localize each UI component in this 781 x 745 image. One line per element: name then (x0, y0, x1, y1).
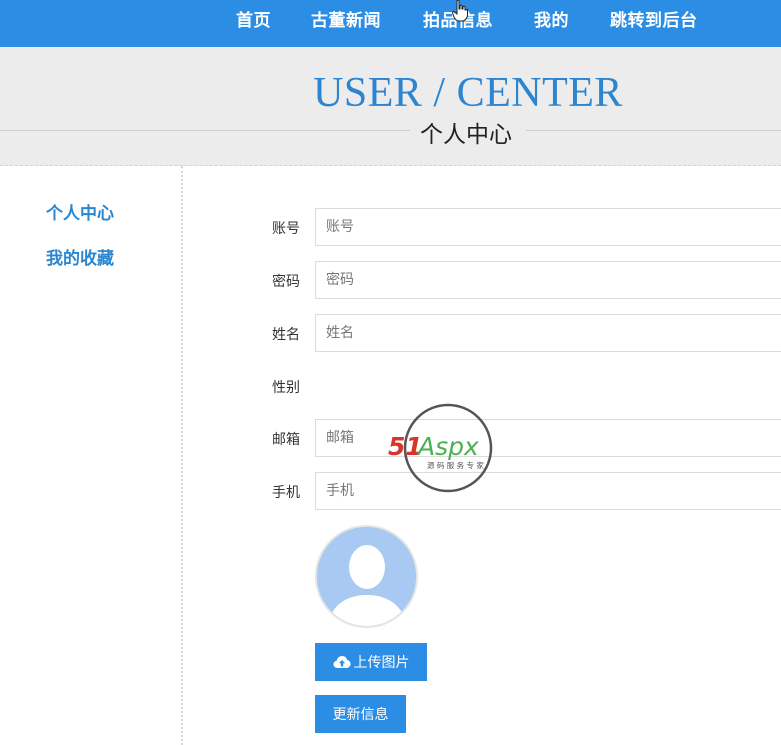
email-input[interactable] (315, 419, 781, 457)
account-input[interactable] (315, 208, 781, 246)
banner-divider-right (526, 130, 781, 131)
banner-title: USER / CENTER (313, 70, 623, 116)
avatar (315, 525, 418, 628)
user-avatar-icon (317, 527, 416, 626)
watermark-brand-b: Aspx (416, 432, 479, 461)
watermark-logo: 51 Aspx 源 码 服 务 专 家 (388, 403, 493, 493)
nav-item-home[interactable]: 首页 (236, 6, 271, 31)
page-banner: USER / CENTER 个人中心 (0, 47, 781, 166)
password-label: 密码 (272, 274, 300, 290)
phone-label: 手机 (272, 485, 300, 501)
phone-input[interactable] (315, 472, 781, 510)
name-input[interactable] (315, 314, 781, 352)
upload-image-label: 上传图片 (353, 655, 410, 671)
cloud-upload-icon (333, 656, 350, 668)
sidebar-item-favorites[interactable]: 我的收藏 (46, 244, 114, 269)
nav-item-mine[interactable]: 我的 (534, 6, 569, 31)
sidebar: 个人中心 我的收藏 (0, 166, 183, 745)
banner-subtitle: 个人中心 (420, 122, 512, 148)
banner-divider-left (0, 130, 410, 131)
nav-item-antique-news[interactable]: 古董新闻 (311, 6, 381, 31)
upload-image-button[interactable]: 上传图片 (315, 643, 427, 681)
sidebar-item-user-center[interactable]: 个人中心 (46, 199, 114, 224)
account-label: 账号 (272, 221, 300, 237)
watermark-tagline: 源 码 服 务 专 家 (427, 460, 484, 470)
nav-item-admin[interactable]: 跳转到后台 (610, 6, 698, 31)
name-label: 姓名 (272, 327, 300, 343)
top-nav: 首页 古董新闻 拍品信息 我的 跳转到后台 (0, 0, 781, 47)
hand-pointer-icon (452, 0, 468, 22)
email-label: 邮箱 (272, 432, 300, 448)
update-info-button[interactable]: 更新信息 (315, 695, 406, 733)
gender-label: 性别 (272, 380, 300, 396)
password-input[interactable] (315, 261, 781, 299)
